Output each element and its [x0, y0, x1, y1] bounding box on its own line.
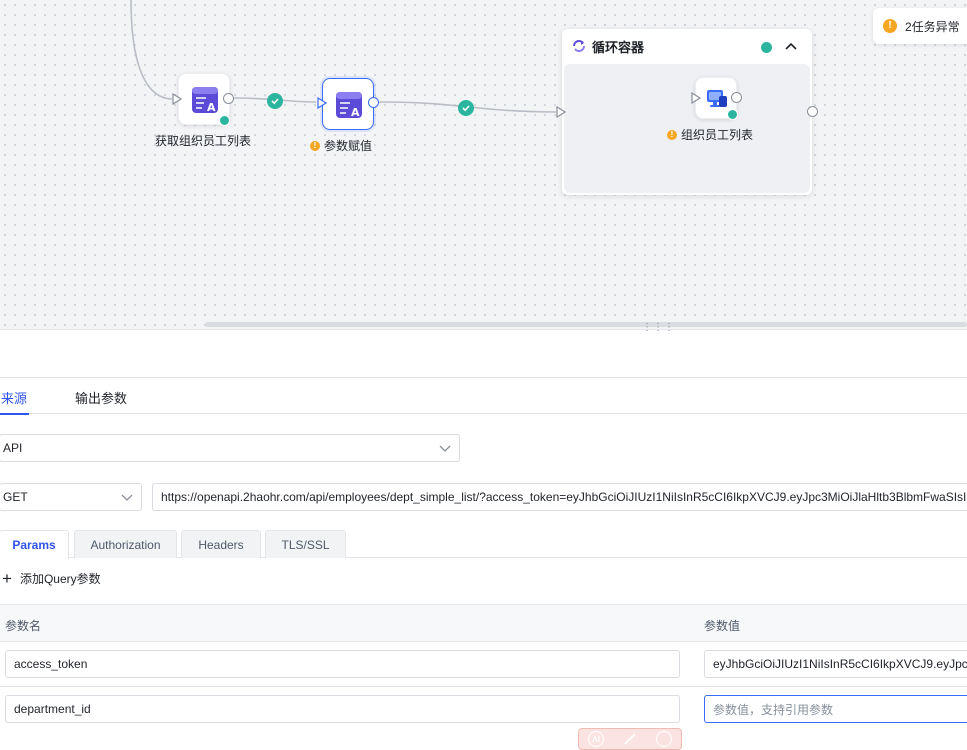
node1-input-port[interactable]	[172, 93, 182, 105]
subtab-headers[interactable]: Headers	[181, 530, 261, 558]
tab-output-params[interactable]: 输出参数	[75, 388, 127, 407]
param-value-input[interactable]: eyJhbGciOiJIUzI1NiIsInR5cCI6IkpXVCJ9.eyJ…	[704, 650, 967, 678]
loop-input-port[interactable]	[556, 106, 566, 118]
loop-header[interactable]: 循环容器	[562, 29, 812, 63]
api-icon	[707, 90, 727, 107]
canvas-horizontal-scrollbar[interactable]	[205, 322, 967, 327]
chevron-down-icon	[439, 445, 451, 452]
panel-tabs: 来源 输出参数	[0, 377, 967, 415]
table-row-divider	[0, 686, 967, 687]
subtab-tls-ssl[interactable]: TLS/SSL	[265, 530, 346, 558]
inner-node-output-port[interactable]	[731, 92, 742, 103]
edge-layer	[130, 0, 557, 113]
node-assign-params[interactable]: A	[322, 78, 374, 130]
plus-icon: +	[2, 569, 12, 588]
params-table-header: 参数名 参数值	[0, 604, 967, 642]
warning-icon: !	[310, 140, 320, 151]
node2-input-port[interactable]	[317, 97, 327, 109]
col-param-name: 参数名	[5, 619, 42, 633]
inner-node-input-port[interactable]	[691, 92, 701, 104]
subtab-authorization[interactable]: Authorization	[74, 530, 177, 558]
svg-text:A: A	[351, 106, 360, 118]
assign-icon: A	[336, 92, 362, 118]
assign-icon: A	[192, 87, 218, 113]
loop-icon	[573, 40, 585, 52]
add-query-label: 添加Query参数	[19, 572, 101, 586]
method-value: GET	[3, 490, 28, 504]
node2-label: ! 参数赋值	[310, 137, 372, 154]
node1-status-dot	[219, 115, 230, 126]
inner-node-status-dot	[727, 109, 738, 120]
loop-title: 循环容器	[592, 39, 645, 55]
loop-container[interactable]: 循环容器 ! 组织员工列表	[562, 29, 812, 195]
source-type-value: API	[3, 441, 23, 455]
edge1-success-icon	[267, 93, 283, 109]
chevron-down-icon	[121, 494, 133, 501]
task-error-badge[interactable]: ! 2任务异常	[873, 8, 967, 44]
add-query-button[interactable]: + 添加Query参数	[2, 570, 101, 587]
edge-incoming	[130, 0, 173, 100]
node1-label: 获取组织员工列表	[155, 134, 252, 148]
col-param-value: 参数值	[704, 619, 741, 633]
tab-source[interactable]: 来源	[0, 388, 30, 415]
param-value-input[interactable]: 参数值，支持引用参数	[704, 695, 967, 723]
search-icon[interactable]	[656, 731, 672, 747]
svg-text:A: A	[207, 101, 216, 113]
collapse-chevron-icon[interactable]	[785, 41, 797, 51]
subtab-params[interactable]: Params	[0, 530, 69, 559]
url-input[interactable]: https://openapi.2haohr.com/api/employees…	[152, 483, 967, 511]
resize-grip-icon[interactable]: ⋮⋮⋮	[642, 322, 675, 333]
loop-status-dot	[761, 42, 772, 53]
source-type-select[interactable]: API	[0, 434, 460, 462]
warning-icon: !	[667, 129, 677, 140]
loop-body[interactable]: ! 组织员工列表	[564, 64, 810, 193]
request-subtabs: Params Authorization Headers TLS/SSL	[0, 530, 967, 559]
ai-icon[interactable]: AI	[588, 731, 604, 747]
method-select[interactable]: GET	[0, 483, 142, 511]
param-name-input[interactable]: access_token	[5, 650, 680, 678]
node2-output-port[interactable]	[368, 97, 379, 108]
task-error-text: 2任务异常	[905, 19, 960, 34]
magic-wand-icon[interactable]	[622, 731, 638, 747]
edge2-success-icon	[458, 100, 474, 116]
workflow-canvas[interactable]: A 获取组织员工列表 A ! 参数赋值 循环容器 ! 组织员工列表 ! 2任务异…	[0, 0, 967, 329]
inner-node-label: ! 组织员工列表	[667, 126, 753, 143]
param-name-input[interactable]: department_id	[5, 695, 680, 723]
warning-icon: !	[883, 19, 897, 33]
loop-output-port[interactable]	[807, 106, 818, 117]
node1-output-port[interactable]	[223, 93, 234, 104]
panel-divider	[0, 329, 967, 330]
